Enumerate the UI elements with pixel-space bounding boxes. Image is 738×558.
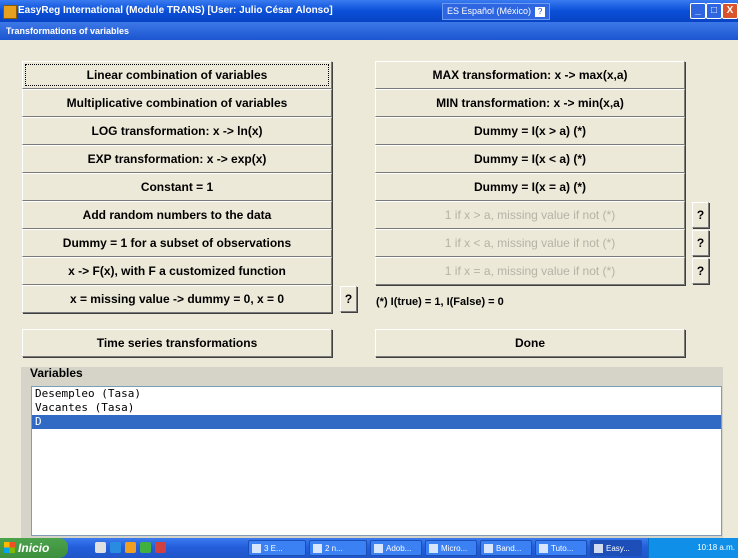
quicklaunch-desktop-icon[interactable] [95,542,106,553]
system-tray: 10:18 a.m. [648,538,738,558]
language-bar[interactable]: ES Español (México)? [442,3,551,20]
quicklaunch-media-icon[interactable] [140,542,151,553]
minimize-button[interactable]: _ [690,3,706,19]
linear-combination-button[interactable]: Linear combination of variables [22,61,332,89]
multiplicative-combination-button[interactable]: Multiplicative combination of variables [22,89,332,117]
dummy-less-button[interactable]: Dummy = I(x < a) (*) [375,145,685,173]
taskbar: Inicio 3 E... 2 n... Adob... Micro... Ba… [0,538,738,558]
less-help-button[interactable]: ? [692,230,709,256]
taskbar-item-active[interactable]: Easy... [590,540,642,556]
greater-help-button[interactable]: ? [692,202,709,228]
variables-label: Variables [30,366,83,380]
taskbar-item[interactable]: 2 n... [309,540,367,556]
clock: 10:18 a.m. [697,543,735,552]
language-label: ES Español (México) [447,6,532,16]
log-transformation-button[interactable]: LOG transformation: x -> ln(x) [22,117,332,145]
indicator-note: (*) I(true) = 1, I(False) = 0 [376,296,504,308]
constant-button[interactable]: Constant = 1 [22,173,332,201]
taskbar-item[interactable]: 3 E... [248,540,306,556]
title-bar: EasyReg International (Module TRANS) [Us… [0,0,738,22]
taskbar-item[interactable]: Adob... [370,540,422,556]
form-title-bar: Transformations of variables [0,22,738,40]
quicklaunch-app-icon[interactable] [155,542,166,553]
min-transformation-button[interactable]: MIN transformation: x -> min(x,a) [375,89,685,117]
maximize-button[interactable]: □ [706,3,722,19]
custom-function-button[interactable]: x -> F(x), with F a customized function [22,257,332,285]
window-title: EasyReg International (Module TRANS) [Us… [18,5,333,16]
time-series-button[interactable]: Time series transformations [22,329,332,357]
missing-value-dummy-button[interactable]: x = missing value -> dummy = 0, x = 0 [22,285,332,313]
list-item[interactable]: Desempleo (Tasa) [32,387,721,401]
taskbar-item[interactable]: Band... [480,540,532,556]
random-numbers-button[interactable]: Add random numbers to the data [22,201,332,229]
variables-list[interactable]: Desempleo (Tasa) Vacantes (Tasa) D [31,386,722,536]
done-button[interactable]: Done [375,329,685,357]
language-help-icon[interactable]: ? [535,7,546,17]
exp-transformation-button[interactable]: EXP transformation: x -> exp(x) [22,145,332,173]
missing-if-equal-button[interactable]: 1 if x = a, missing value if not (*) [375,257,685,285]
taskbar-item[interactable]: Tuto... [535,540,587,556]
max-transformation-button[interactable]: MAX transformation: x -> max(x,a) [375,61,685,89]
missing-if-less-button[interactable]: 1 if x < a, missing value if not (*) [375,229,685,257]
taskbar-item[interactable]: Micro... [425,540,477,556]
missing-value-help-button[interactable]: ? [340,286,357,312]
app-icon [3,5,17,19]
quicklaunch-folder-icon[interactable] [125,542,136,553]
close-button[interactable]: X [722,3,738,19]
missing-if-greater-button[interactable]: 1 if x > a, missing value if not (*) [375,201,685,229]
equal-help-button[interactable]: ? [692,258,709,284]
dummy-greater-button[interactable]: Dummy = I(x > a) (*) [375,117,685,145]
list-item-selected[interactable]: D [32,415,721,429]
list-item[interactable]: Vacantes (Tasa) [32,401,721,415]
form-title: Transformations of variables [6,26,130,36]
dummy-equal-button[interactable]: Dummy = I(x = a) (*) [375,173,685,201]
quicklaunch-browser-icon[interactable] [110,542,121,553]
dummy-subset-button[interactable]: Dummy = 1 for a subset of observations [22,229,332,257]
start-button[interactable]: Inicio [0,538,68,558]
